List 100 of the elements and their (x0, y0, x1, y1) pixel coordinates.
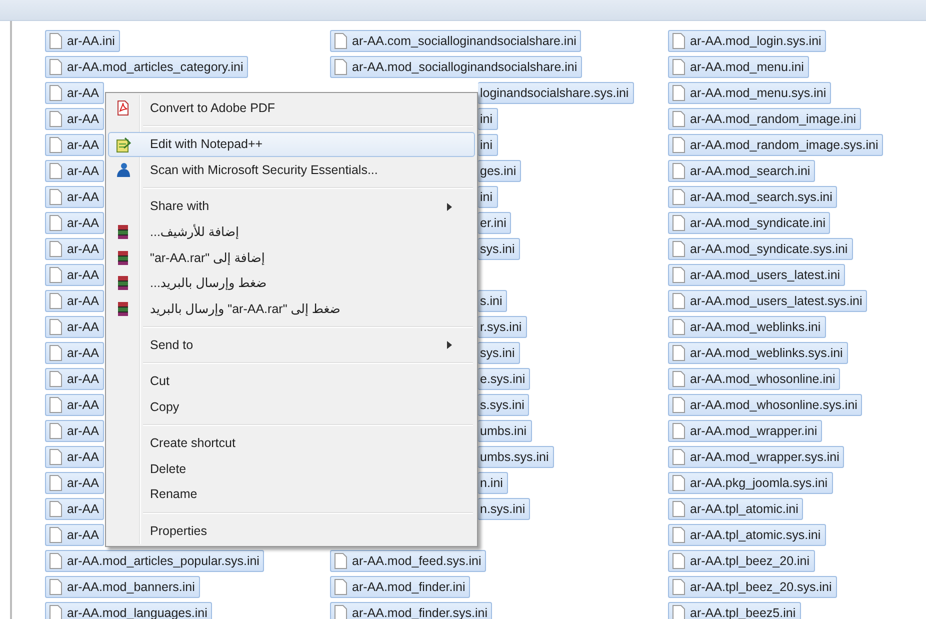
file-item[interactable]: ar-AA (45, 186, 104, 208)
menu-item[interactable]: Rename (108, 482, 475, 507)
file-item[interactable]: sys.ini (478, 342, 520, 364)
file-item[interactable]: ar-AA.mod_finder.ini (330, 576, 470, 598)
file-item[interactable]: s.ini (478, 290, 508, 312)
menu-item[interactable]: ضغط إلى "ar-AA.rar" وإرسال بالبريد (108, 296, 475, 321)
file-item[interactable]: ar-AA.ini (45, 30, 120, 52)
menu-item[interactable]: Delete (108, 456, 475, 482)
file-icon (49, 293, 62, 309)
file-item[interactable]: ar-AA (45, 238, 104, 260)
file-item[interactable]: ar-AA.tpl_beez_20.sys.ini (668, 576, 837, 598)
file-item[interactable]: ar-AA.mod_users_latest.ini (668, 264, 846, 286)
file-item[interactable]: ar-AA (45, 134, 104, 156)
file-item[interactable]: ar-AA (45, 472, 104, 494)
file-item[interactable]: s.sys.ini (478, 394, 530, 416)
file-item[interactable]: ar-AA.mod_login.sys.ini (668, 30, 826, 52)
file-item[interactable]: ar-AA (45, 290, 104, 312)
file-icon (672, 423, 685, 439)
file-item[interactable]: ar-AA.com_socialloginandsocialshare.ini (330, 30, 582, 52)
file-item[interactable]: e.sys.ini (478, 368, 530, 390)
file-item[interactable]: sys.ini (478, 238, 520, 260)
menu-item[interactable]: Share with (108, 194, 475, 219)
file-item[interactable]: ar-AA (45, 394, 104, 416)
file-icon (672, 163, 685, 179)
file-item[interactable]: ar-AA (45, 212, 104, 234)
file-item[interactable]: ar-AA.mod_feed.sys.ini (330, 550, 486, 572)
file-item[interactable]: ar-AA.mod_menu.ini (668, 56, 809, 78)
menu-item[interactable]: Send to (108, 332, 475, 358)
file-item[interactable]: ini (478, 134, 498, 156)
menu-item[interactable]: إضافة للأرشيف... (108, 219, 475, 244)
file-icon (49, 527, 62, 543)
file-icon (672, 85, 685, 101)
file-item[interactable]: er.ini (478, 212, 512, 234)
books-icon (115, 275, 131, 291)
file-item[interactable]: ar-AA (45, 160, 104, 182)
file-item[interactable]: ar-AA (45, 342, 104, 364)
file-item[interactable]: ar-AA (45, 108, 104, 130)
file-item[interactable]: ar-AA.mod_whosonline.ini (668, 368, 840, 390)
file-item[interactable]: umbs.sys.ini (478, 446, 554, 468)
file-item[interactable]: n.ini (478, 472, 508, 494)
file-item[interactable]: ar-AA.tpl_atomic.sys.ini (668, 524, 826, 546)
file-item[interactable]: ar-AA.mod_articles_popular.sys.ini (45, 550, 264, 572)
file-item[interactable]: ar-AA.tpl_beez_20.ini (668, 550, 815, 572)
file-icon (49, 137, 62, 153)
file-item[interactable]: ini (478, 186, 498, 208)
file-icon (49, 605, 62, 619)
file-item[interactable]: ar-AA.mod_wrapper.sys.ini (668, 446, 844, 468)
menu-item[interactable]: Scan with Microsoft Security Essentials... (108, 157, 475, 182)
file-icon (49, 111, 62, 127)
file-item[interactable]: ges.ini (478, 160, 522, 182)
file-icon (672, 33, 685, 49)
file-item[interactable]: ar-AA (45, 264, 104, 286)
file-item[interactable]: ar-AA.mod_search.sys.ini (668, 186, 838, 208)
menu-item[interactable]: Convert to Adobe PDF (108, 95, 475, 120)
file-item[interactable]: ar-AA.mod_random_image.ini (668, 108, 862, 130)
file-item[interactable]: r.sys.ini (478, 316, 527, 338)
file-item[interactable]: ar-AA.mod_weblinks.sys.ini (668, 342, 848, 364)
file-item[interactable]: ar-AA.mod_users_latest.sys.ini (668, 290, 868, 312)
file-item[interactable]: ar-AA (45, 498, 104, 520)
file-item[interactable]: ar-AA.tpl_atomic.ini (668, 498, 804, 520)
file-item[interactable]: ar-AA (45, 316, 104, 338)
file-item[interactable]: ar-AA.mod_syndicate.sys.ini (668, 238, 853, 260)
file-item[interactable]: ar-AA (45, 82, 104, 104)
file-icon (672, 137, 685, 153)
file-item[interactable]: ar-AA (45, 446, 104, 468)
notepad-icon (115, 136, 131, 152)
file-icon (672, 111, 685, 127)
file-item[interactable]: loginandsocialshare.sys.ini (478, 82, 634, 104)
file-icon (672, 241, 685, 257)
file-icon (672, 319, 685, 335)
file-item[interactable]: ar-AA.mod_wrapper.ini (668, 420, 822, 442)
menu-item[interactable]: Edit with Notepad++ (108, 132, 475, 157)
file-item[interactable]: ar-AA.mod_menu.sys.ini (668, 82, 832, 104)
file-icon (672, 371, 685, 387)
file-item[interactable]: ar-AA.mod_search.ini (668, 160, 816, 182)
menu-item[interactable]: Cut (108, 368, 475, 394)
menu-item[interactable]: ضغط وإرسال بالبريد... (108, 270, 475, 296)
file-icon (49, 475, 62, 491)
menu-item[interactable]: Copy (108, 394, 475, 420)
file-icon (49, 241, 62, 257)
menu-item[interactable]: Properties (108, 518, 475, 544)
file-item[interactable]: ar-AA.mod_banners.ini (45, 576, 200, 598)
file-item[interactable]: ar-AA.mod_random_image.sys.ini (668, 134, 884, 156)
file-icon (672, 527, 685, 543)
file-item[interactable]: ar-AA.mod_whosonline.sys.ini (668, 394, 862, 416)
file-item[interactable]: umbs.ini (478, 420, 532, 442)
menu-item[interactable]: إضافة إلى "ar-AA.rar" (108, 244, 475, 270)
file-item[interactable]: ar-AA (45, 420, 104, 442)
file-item[interactable]: ar-AA.pkg_joomla.sys.ini (668, 472, 833, 494)
file-item[interactable]: ini (478, 108, 498, 130)
file-item[interactable]: ar-AA (45, 524, 104, 546)
file-item[interactable]: ar-AA.mod_socialloginandsocialshare.ini (330, 56, 582, 78)
file-item[interactable]: n.sys.ini (478, 498, 530, 520)
menu-item[interactable]: Create shortcut (108, 430, 475, 456)
file-item[interactable]: ar-AA.mod_weblinks.ini (668, 316, 826, 338)
file-item[interactable]: ar-AA (45, 368, 104, 390)
file-item[interactable]: ar-AA.mod_syndicate.ini (668, 212, 830, 234)
file-icon (334, 33, 347, 49)
submenu-arrow-icon (447, 202, 452, 210)
file-item[interactable]: ar-AA.mod_articles_category.ini (45, 56, 248, 78)
